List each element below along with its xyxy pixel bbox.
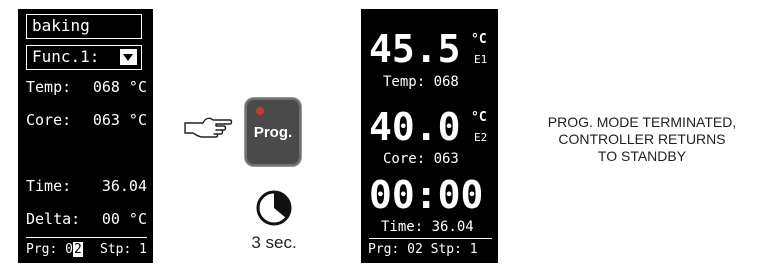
prog-button-label: Prog. (253, 124, 293, 141)
temp-caption: Temp: 068 (383, 74, 459, 90)
message-line: PROG. MODE TERMINATED, (547, 114, 737, 130)
function-dropdown[interactable]: Func.1: (26, 45, 142, 70)
mode-name-field[interactable]: baking (26, 14, 142, 39)
e2-unit: °C (471, 110, 487, 125)
e1-unit: °C (471, 32, 487, 47)
program-cursor[interactable]: 2 (72, 242, 83, 257)
e1-value: 45.5 (369, 27, 461, 71)
step-label: Stp: 1 (100, 242, 147, 257)
delta-row: Delta: 00 °C (26, 208, 147, 230)
temp-label: Temp: (26, 78, 72, 96)
time-label: Time: (26, 177, 72, 195)
running-display: 45.5 °C E1 Temp: 068 40.0 °C E2 Core: 06… (361, 9, 498, 263)
time-row: Time: 36.04 (26, 175, 147, 197)
program-row: Prg: 02 Stp: 1 (368, 242, 478, 257)
prog-button[interactable]: Prog. (245, 98, 301, 166)
temp-value: 068 °C (92, 78, 147, 96)
core-caption: Core: 063 (383, 151, 459, 167)
e2-value: 40.0 (369, 105, 461, 149)
divider (369, 238, 492, 239)
divider (26, 237, 147, 238)
timer-icon (255, 189, 293, 231)
program-prefix: Prg: 0 (26, 242, 73, 257)
e1-label: E1 (474, 53, 488, 66)
core-label: Core: (26, 111, 72, 129)
led-indicator (256, 107, 264, 115)
clock-value: 00:00 (369, 173, 484, 217)
status-message: PROG. MODE TERMINATED, CONTROLLER RETURN… (512, 114, 772, 165)
delta-label: Delta: (26, 210, 81, 228)
message-line: CONTROLLER RETURNS (558, 131, 726, 147)
dropdown-arrow-icon[interactable] (120, 49, 137, 65)
hold-duration: 3 sec. (251, 233, 297, 252)
core-value: 063 °C (92, 111, 147, 129)
mode-name: baking (32, 16, 90, 35)
core-row: Core: 063 °C (26, 109, 147, 131)
time-value: 36.04 (101, 177, 147, 195)
function-label: Func.1: (32, 47, 100, 66)
delta-value: 00 °C (101, 210, 147, 228)
time-caption: Time: 36.04 (381, 219, 474, 235)
temp-row: Temp: 068 °C (26, 76, 147, 98)
message-line: TO STANDBY (597, 148, 687, 164)
program-row: Prg: 02 Stp: 1 (26, 241, 147, 259)
standby-display: baking Func.1: Temp: 068 °C Core: 063 °C… (18, 9, 153, 263)
e2-label: E2 (474, 131, 488, 144)
pointing-hand-icon (183, 115, 233, 143)
